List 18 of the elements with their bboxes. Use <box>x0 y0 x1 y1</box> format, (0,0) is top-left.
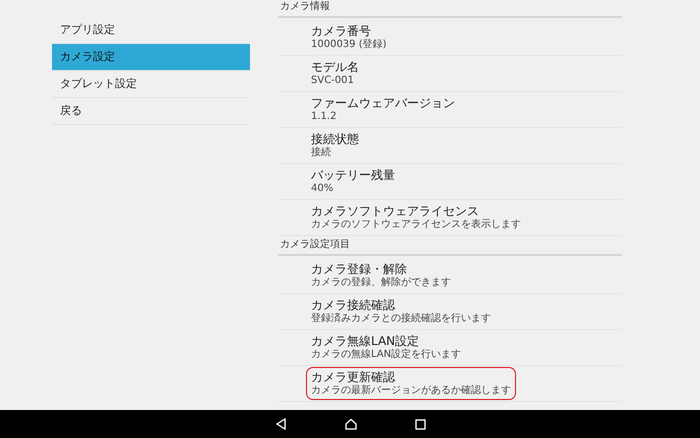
settings-item[interactable]: カメラ無線LAN設定 カメラの無線LAN設定を行います <box>306 331 466 364</box>
sidebar-item[interactable]: 戻る <box>52 98 250 125</box>
settings-item[interactable]: ファームウェアバージョン 1.1.2 <box>306 93 460 126</box>
home-icon[interactable] <box>344 418 356 430</box>
settings-item[interactable]: バッテリー残量 40% <box>306 165 400 198</box>
settings-item[interactable]: カメラ接続確認 登録済みカメラとの接続確認を行います <box>306 295 496 328</box>
sidebar-item[interactable]: カメラ設定 <box>52 44 250 71</box>
settings-item[interactable]: カメラ番号 1000039 (登録) <box>306 21 392 54</box>
settings-item[interactable]: カメラ登録・解除 カメラの登録、解除ができます <box>306 259 456 292</box>
section-header: カメラ設定項目 <box>278 238 622 256</box>
settings-item[interactable]: カメラソフトウェアライセンス カメラのソフトウェアライセンスを表示します <box>306 201 526 234</box>
settings-item[interactable]: 接続状態 接続 <box>306 129 364 162</box>
sidebar-item[interactable]: タブレット設定 <box>52 71 250 98</box>
back-icon[interactable] <box>274 418 286 430</box>
recents-icon[interactable] <box>414 418 426 430</box>
section-header: カメラ情報 <box>278 0 622 18</box>
settings-item[interactable]: モデル名 SVC-001 <box>306 57 364 90</box>
settings-item[interactable]: カメラ更新確認 カメラの最新バージョンがあるか確認します <box>306 367 516 400</box>
